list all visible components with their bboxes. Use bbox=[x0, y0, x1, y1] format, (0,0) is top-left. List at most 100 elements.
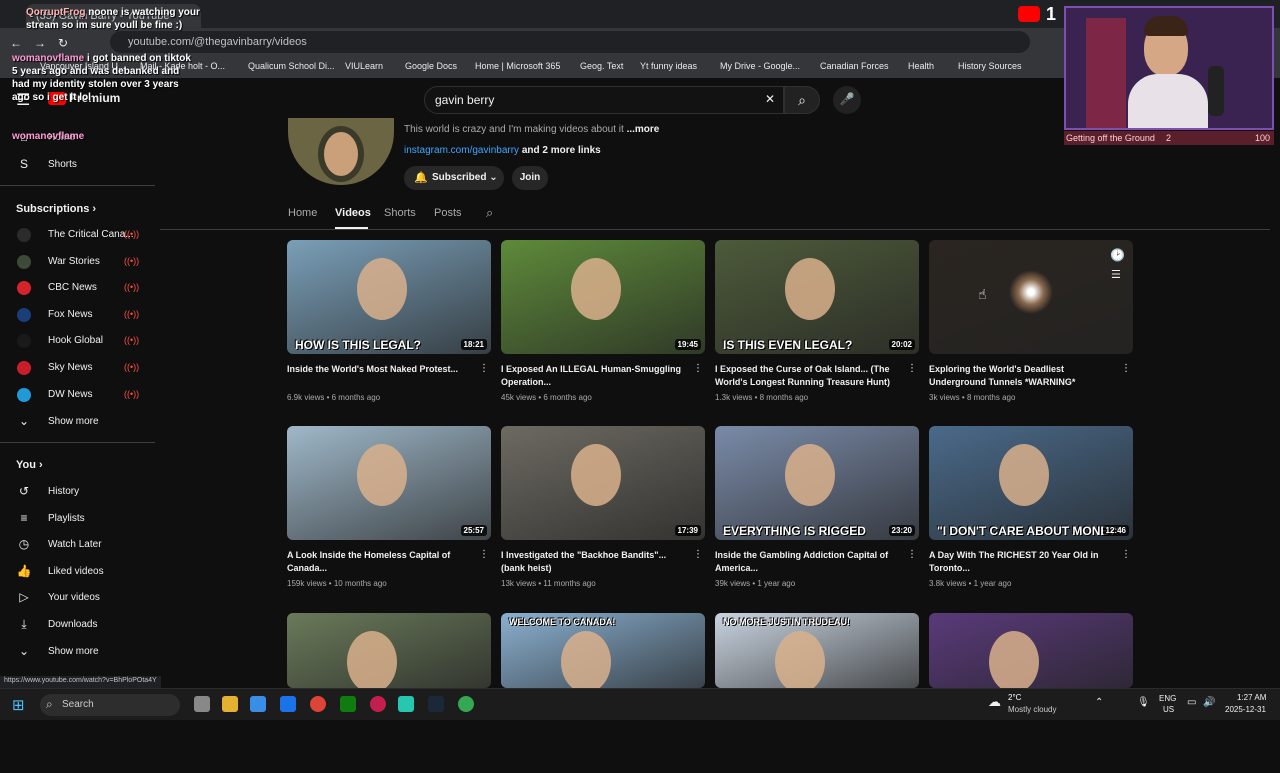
microphone-icon[interactable]: 🎙 bbox=[1137, 697, 1150, 708]
steam-icon[interactable] bbox=[428, 696, 444, 712]
video-thumbnail[interactable]: NO MORE JUSTIN TRUDEAU! bbox=[715, 613, 919, 688]
sidebar-item-you[interactable]: ◷ Watch Later bbox=[0, 533, 155, 557]
task-view-icon[interactable] bbox=[194, 696, 210, 712]
outlook-icon[interactable] bbox=[280, 696, 296, 712]
sidebar-subscription[interactable]: Fox News ((•)) bbox=[0, 303, 155, 327]
video-card[interactable]: 19:45 I Exposed An ILLEGAL Human-Smugglin… bbox=[501, 240, 705, 402]
add-to-queue-icon[interactable]: ☰ bbox=[1111, 268, 1121, 281]
more-options-icon[interactable]: ⋮ bbox=[693, 549, 703, 560]
video-title[interactable]: I Exposed the Curse of Oak Island... (Th… bbox=[715, 363, 899, 389]
sidebar-item-you[interactable]: ≡ Playlists bbox=[0, 507, 155, 531]
channel-description[interactable]: This world is crazy and I'm making video… bbox=[404, 124, 659, 135]
sidebar-item-you[interactable]: ⌄ Show more bbox=[0, 640, 155, 664]
watch-later-icon[interactable]: 🕑 bbox=[1110, 248, 1125, 262]
sidebar-item-shorts[interactable]: S Shorts bbox=[0, 153, 155, 177]
tray-chevron-icon[interactable]: ⌃ bbox=[1095, 697, 1103, 708]
bookmark-item[interactable]: Qualicum School Di... bbox=[248, 61, 335, 71]
sidebar-subscription[interactable]: The Critical Cana... ((•)) bbox=[0, 223, 155, 247]
video-thumbnail[interactable]: "I DON'T CARE ABOUT MONEY" 12:46 bbox=[929, 426, 1133, 540]
video-title[interactable]: A Look Inside the Homeless Capital of Ca… bbox=[287, 549, 471, 575]
video-thumbnail[interactable]: HOW IS THIS LEGAL? 18:21 bbox=[287, 240, 491, 354]
instagram-link[interactable]: instagram.com/gavinbarry bbox=[404, 145, 519, 156]
chrome-icon[interactable] bbox=[458, 696, 474, 712]
more-options-icon[interactable]: ⋮ bbox=[1121, 363, 1131, 374]
tab-home[interactable]: Home bbox=[288, 207, 317, 219]
channel-links[interactable]: instagram.com/gavinbarry and 2 more link… bbox=[404, 145, 601, 156]
sidebar-subscription[interactable]: Hook Global ((•)) bbox=[0, 329, 155, 353]
video-card[interactable]: HOW IS THIS LEGAL? 18:21 Inside the World'… bbox=[287, 240, 491, 402]
search-input[interactable]: gavin berry ✕ bbox=[424, 86, 784, 114]
video-thumbnail[interactable]: 19:45 bbox=[501, 240, 705, 354]
store-icon[interactable] bbox=[250, 696, 266, 712]
video-thumbnail[interactable] bbox=[929, 240, 1133, 354]
search-button[interactable]: ⌕ bbox=[784, 86, 820, 114]
join-button[interactable]: Join bbox=[512, 166, 548, 190]
description-more[interactable]: ...more bbox=[627, 124, 660, 135]
bookmark-item[interactable]: History Sources bbox=[958, 61, 1022, 71]
more-options-icon[interactable]: ⋮ bbox=[907, 549, 917, 560]
sidebar-item-you[interactable]: ⤓ Downloads bbox=[0, 613, 155, 637]
video-thumbnail[interactable]: IS THIS EVEN LEGAL? 20:02 bbox=[715, 240, 919, 354]
bookmark-item[interactable]: Google Docs bbox=[405, 61, 457, 71]
lang-label[interactable]: ENG bbox=[1159, 694, 1176, 703]
file-explorer-icon[interactable] bbox=[222, 696, 238, 712]
sidebar-subscription[interactable]: War Stories ((•)) bbox=[0, 250, 155, 274]
tab-videos[interactable]: Videos bbox=[335, 207, 371, 219]
more-options-icon[interactable]: ⋮ bbox=[479, 549, 489, 560]
app-icon[interactable] bbox=[398, 696, 414, 712]
video-card[interactable]: EVERYTHING IS RIGGED 23:20 Inside the Gamb… bbox=[715, 426, 919, 588]
network-icon[interactable]: ▭ bbox=[1187, 697, 1196, 708]
channel-search-icon[interactable]: ⌕ bbox=[486, 205, 493, 221]
more-options-icon[interactable]: ⋮ bbox=[907, 363, 917, 374]
bookmark-item[interactable]: Geog. Text bbox=[580, 61, 623, 71]
sidebar-subscription[interactable]: CBC News ((•)) bbox=[0, 276, 155, 300]
video-card[interactable]: 17:39 I Investigated the "Backhoe Bandits… bbox=[501, 426, 705, 588]
bookmark-item[interactable]: Home | Microsoft 365 bbox=[475, 61, 560, 71]
taskbar-search[interactable]: ⌕ Search bbox=[40, 694, 180, 716]
tab-shorts[interactable]: Shorts bbox=[384, 207, 416, 219]
subscriptions-heading[interactable]: Subscriptions › bbox=[16, 203, 96, 215]
video-title[interactable]: Inside the Gambling Addiction Capital of… bbox=[715, 549, 899, 575]
more-options-icon[interactable]: ⋮ bbox=[1121, 549, 1131, 560]
chrome-icon[interactable] bbox=[310, 696, 326, 712]
you-heading[interactable]: You › bbox=[16, 459, 43, 471]
sidebar-item-you[interactable]: 👍 Liked videos bbox=[0, 560, 155, 584]
video-title[interactable]: Inside the World's Most Naked Protest... bbox=[287, 363, 471, 376]
video-thumbnail[interactable] bbox=[287, 613, 491, 688]
video-thumbnail[interactable]: WELCOME TO CANADA! bbox=[501, 613, 705, 688]
video-card[interactable]: IS THIS EVEN LEGAL? 20:02 I Exposed the Cu… bbox=[715, 240, 919, 402]
video-title[interactable]: A Day With The RICHEST 20 Year Old in To… bbox=[929, 549, 1113, 575]
bookmark-item[interactable]: My Drive - Google... bbox=[720, 61, 800, 71]
bookmark-item[interactable]: Yt funny ideas bbox=[640, 61, 697, 71]
more-links[interactable]: and 2 more links bbox=[522, 145, 601, 156]
volume-icon[interactable]: 🔊 bbox=[1203, 697, 1215, 708]
more-options-icon[interactable]: ⋮ bbox=[693, 363, 703, 374]
video-title[interactable]: Exploring the World's Deadliest Undergro… bbox=[929, 363, 1113, 389]
reload-icon[interactable]: ↻ bbox=[58, 36, 68, 50]
video-card[interactable]: Exploring the World's Deadliest Undergro… bbox=[929, 240, 1133, 402]
bookmark-item[interactable]: VIULearn bbox=[345, 61, 383, 71]
video-title[interactable]: I Exposed An ILLEGAL Human-Smuggling Ope… bbox=[501, 363, 685, 389]
video-thumbnail[interactable]: 17:39 bbox=[501, 426, 705, 540]
clear-search-icon[interactable]: ✕ bbox=[765, 92, 775, 106]
sidebar-item-you[interactable]: ▷ Your videos bbox=[0, 586, 155, 610]
video-card[interactable]: "I DON'T CARE ABOUT MONEY" 12:46 A Day Wit… bbox=[929, 426, 1133, 588]
more-options-icon[interactable]: ⋮ bbox=[479, 363, 489, 374]
voice-search-button[interactable]: 🎤 bbox=[833, 86, 861, 114]
xbox-icon[interactable] bbox=[340, 696, 356, 712]
subscribed-button[interactable]: 🔔 Subscribed ⌄ bbox=[404, 166, 504, 190]
video-thumbnail[interactable]: EVERYTHING IS RIGGED 23:20 bbox=[715, 426, 919, 540]
video-card[interactable]: 25:57 A Look Inside the Homeless Capital … bbox=[287, 426, 491, 588]
video-title[interactable]: I Investigated the "Backhoe Bandits"... … bbox=[501, 549, 685, 575]
video-thumbnail[interactable]: 25:57 bbox=[287, 426, 491, 540]
sidebar-show-more[interactable]: ⌄ Show more bbox=[0, 410, 155, 434]
bookmark-item[interactable]: Canadian Forces bbox=[820, 61, 889, 71]
tab-posts[interactable]: Posts bbox=[434, 207, 462, 219]
forward-icon[interactable]: → bbox=[34, 36, 46, 50]
app-icon[interactable] bbox=[370, 696, 386, 712]
clock-time[interactable]: 1:27 AM bbox=[1237, 693, 1266, 702]
video-thumbnail[interactable] bbox=[929, 613, 1133, 688]
sidebar-subscription[interactable]: DW News ((•)) bbox=[0, 383, 155, 407]
windows-start-icon[interactable]: ⊞ bbox=[12, 696, 25, 714]
sidebar-item-you[interactable]: ↺ History bbox=[0, 480, 155, 504]
